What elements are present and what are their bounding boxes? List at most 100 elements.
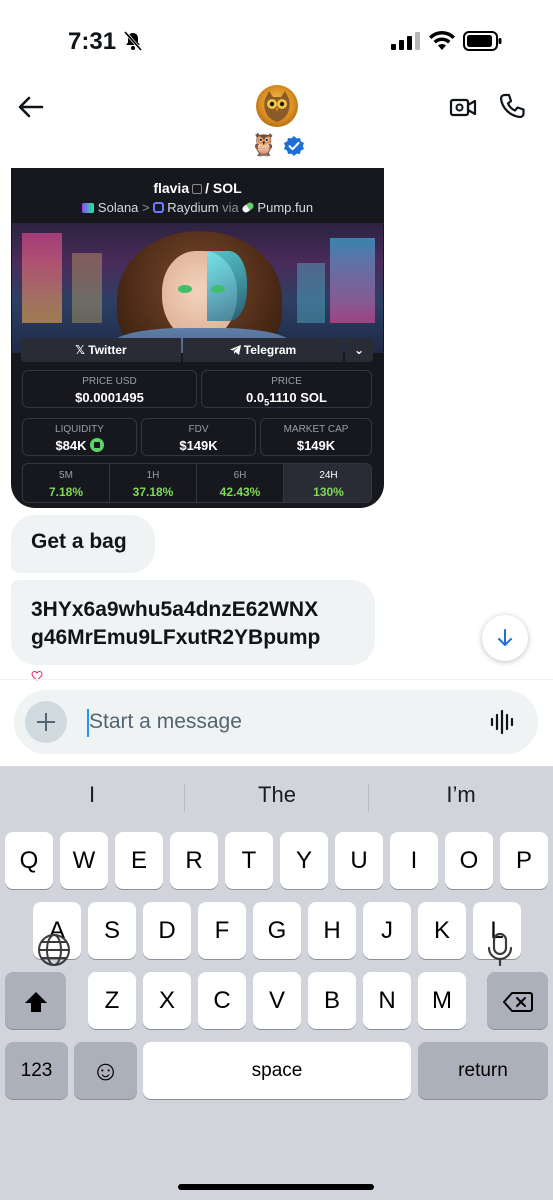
liquidity-value: $84K [55, 438, 87, 453]
back-arrow-icon[interactable] [16, 92, 46, 122]
timeframe-change: 130% [313, 485, 344, 499]
key-r[interactable]: R [170, 832, 218, 889]
raydium-icon [153, 202, 165, 213]
token-route: Solana > Raydium via Pump.fun [11, 200, 384, 215]
timeframe-label: 5M [59, 470, 73, 481]
stat-value: $84K [23, 438, 136, 453]
timeframe-5m[interactable]: 5M 7.18% [23, 464, 110, 502]
key-s[interactable]: S [88, 902, 136, 959]
contact-name-emoji: 🦉 [250, 132, 278, 157]
token-preview-card[interactable]: flavia / SOL Solana > Raydium via Pump.fu… [11, 168, 384, 508]
scroll-to-bottom-button[interactable] [482, 615, 528, 661]
voice-message-icon[interactable] [490, 710, 516, 734]
ios-keyboard: I The I’m Q W E R T Y U I O P A S D F G … [0, 766, 553, 1200]
pumpfun-pill-icon [241, 201, 256, 214]
solana-icon [81, 203, 94, 213]
suggestion-2[interactable]: The [185, 782, 369, 808]
key-j[interactable]: J [363, 902, 411, 959]
twitter-button[interactable]: 𝕏 Twitter [21, 338, 181, 362]
shift-key[interactable] [5, 972, 66, 1029]
silent-bell-icon [123, 31, 143, 51]
route-separator: > [142, 200, 150, 215]
key-d[interactable]: D [143, 902, 191, 959]
key-i[interactable]: I [390, 832, 438, 889]
token-pair-title: flavia / SOL [11, 180, 384, 196]
timeframe-6h[interactable]: 6H 42.43% [197, 464, 284, 502]
telegram-button[interactable]: Telegram [183, 338, 343, 362]
key-q[interactable]: Q [5, 832, 53, 889]
emoji-key[interactable]: ☺ [74, 1042, 137, 1099]
message-line: 3HYx6a9whu5a4dnzE62WNX [31, 598, 319, 621]
key-f[interactable]: F [198, 902, 246, 959]
contact-avatar[interactable] [256, 85, 298, 127]
status-time: 7:31 [68, 28, 117, 55]
conversation-header: 🦉 [0, 80, 553, 168]
key-x[interactable]: X [143, 972, 191, 1029]
key-y[interactable]: Y [280, 832, 328, 889]
timeframe-24h[interactable]: 24H 130% [284, 464, 371, 502]
home-indicator [178, 1184, 374, 1190]
stat-market-cap: MARKET CAP $149K [260, 418, 372, 456]
timeframe-change: 7.18% [48, 485, 84, 499]
message-bubble[interactable]: Get a bag [11, 515, 155, 573]
backspace-icon [502, 991, 533, 1012]
backspace-key[interactable] [487, 972, 548, 1029]
key-t[interactable]: T [225, 832, 273, 889]
key-v[interactable]: V [253, 972, 301, 1029]
token-banner-image [12, 223, 383, 353]
stat-value: $149K [296, 438, 336, 453]
key-g[interactable]: G [253, 902, 301, 959]
chain-name: Solana [97, 200, 139, 215]
message-composer [14, 690, 538, 754]
numbers-key[interactable]: 123 [5, 1042, 68, 1099]
key-n[interactable]: N [363, 972, 411, 1029]
stat-label: MARKET CAP [283, 424, 349, 435]
key-w[interactable]: W [60, 832, 108, 889]
timeframe-1h[interactable]: 1H 37.18% [110, 464, 197, 502]
stat-price-usd: PRICE USD $0.0001495 [22, 370, 197, 408]
more-links-button[interactable]: ⌄ [345, 338, 373, 362]
stat-liquidity: LIQUIDITY $84K [22, 418, 137, 456]
message-bubble-contract-address[interactable]: 3HYx6a9whu5a4dnzE62WNX g46MrEmu9LFxutR2Y… [11, 580, 375, 665]
return-key[interactable]: return [418, 1042, 548, 1099]
key-k[interactable]: K [418, 902, 466, 959]
key-o[interactable]: O [445, 832, 493, 889]
suggestion-3[interactable]: I’m [369, 782, 553, 808]
timeframe-label: 1H [146, 470, 160, 481]
via-label: via [222, 200, 239, 215]
price-main: 0.0 [246, 390, 265, 405]
quote-symbol: / SOL [205, 180, 242, 196]
microphone-icon[interactable] [486, 932, 514, 968]
telegram-label: Telegram [243, 343, 297, 357]
key-e[interactable]: E [115, 832, 163, 889]
message-input[interactable] [89, 702, 469, 742]
key-b[interactable]: B [308, 972, 356, 1029]
key-m[interactable]: M [418, 972, 466, 1029]
key-z[interactable]: Z [88, 972, 136, 1029]
key-u[interactable]: U [335, 832, 383, 889]
space-key[interactable]: space [143, 1042, 411, 1099]
telegram-icon [229, 345, 241, 355]
key-c[interactable]: C [198, 972, 246, 1029]
add-media-plus-icon[interactable] [25, 701, 67, 743]
stat-label: LIQUIDITY [55, 424, 104, 435]
arrow-down-icon [498, 629, 512, 646]
key-h[interactable]: H [308, 902, 356, 959]
launchpad-name: Pump.fun [257, 200, 314, 215]
wifi-icon [429, 30, 455, 50]
stat-label: PRICE [271, 376, 302, 387]
timeframe-label: 6H [233, 470, 247, 481]
copy-icon [192, 184, 203, 195]
stat-label: FDV [188, 424, 209, 435]
token-symbol: flavia [153, 180, 190, 196]
owl-avatar-icon [264, 91, 290, 122]
globe-icon[interactable] [36, 932, 72, 968]
phone-call-icon[interactable] [497, 91, 527, 121]
cellular-signal-icon [391, 32, 420, 50]
social-links: 𝕏 Twitter Telegram ⌄ [21, 338, 373, 362]
suggestion-1[interactable]: I [0, 782, 184, 808]
video-call-icon[interactable] [448, 92, 478, 122]
timeframe-label: 24H [319, 470, 338, 481]
key-p[interactable]: P [500, 832, 548, 889]
stat-label: PRICE USD [82, 376, 137, 387]
